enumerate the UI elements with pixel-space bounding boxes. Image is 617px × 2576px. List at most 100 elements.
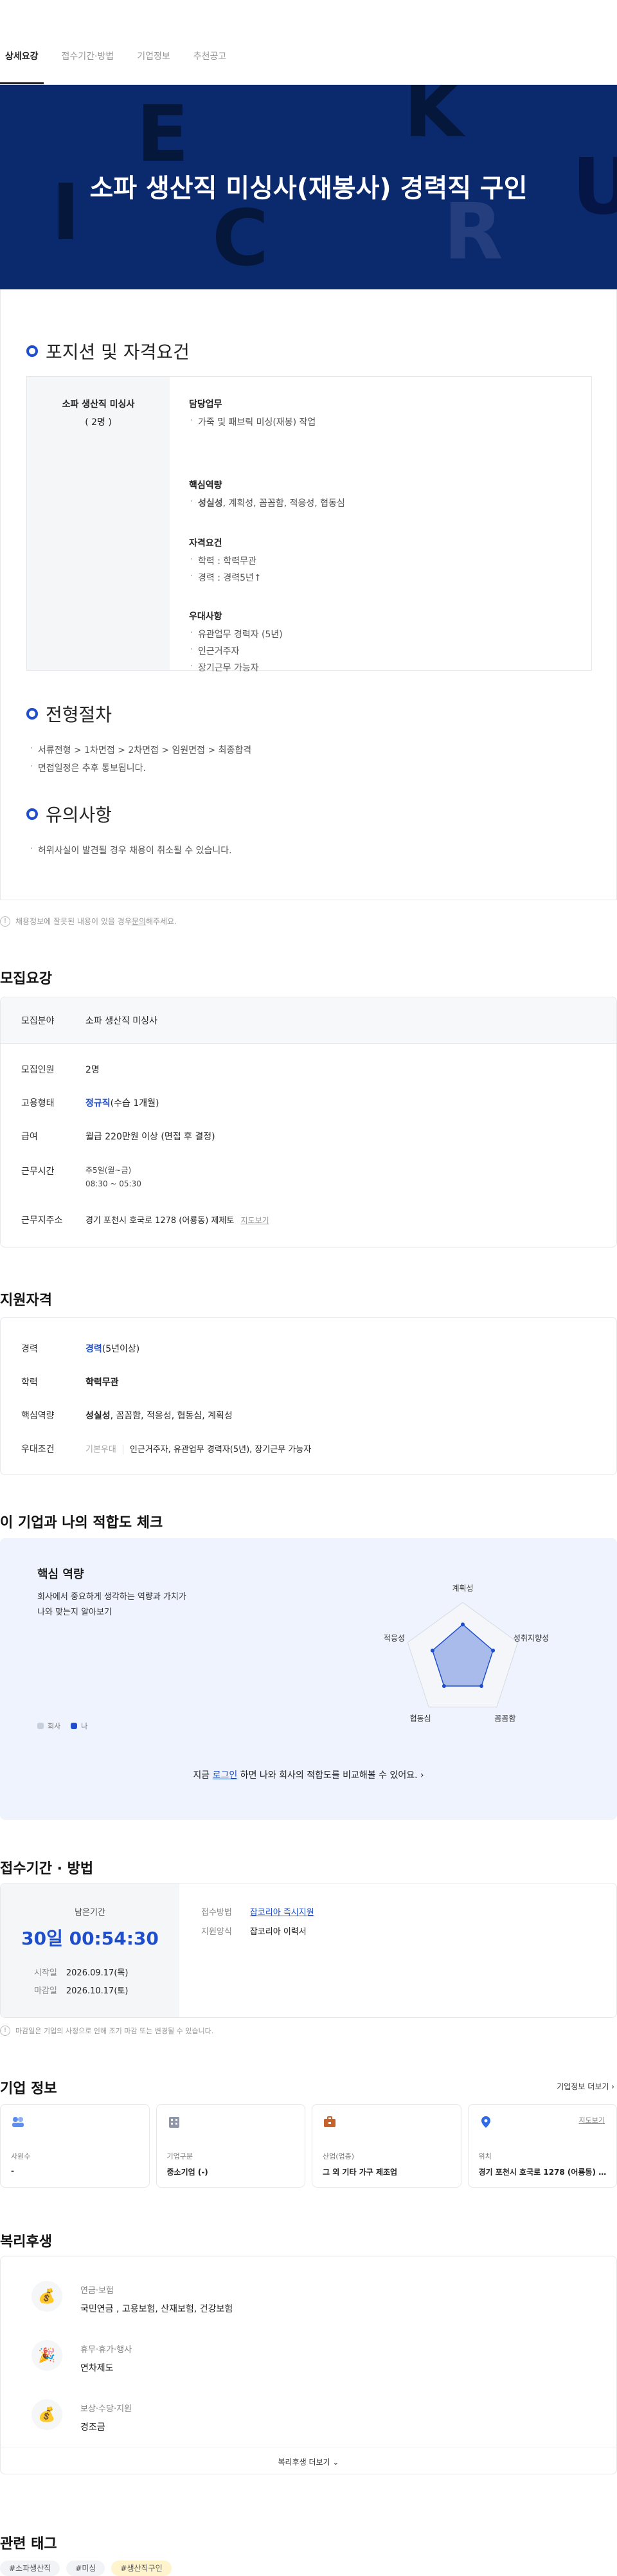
duty-item: 가죽 및 패브릭 미싱(재봉) 작업 — [198, 415, 345, 428]
tab-deadline[interactable]: 접수기간·방법 — [62, 50, 114, 84]
position-requirements: 담당업무 가죽 및 패브릭 미싱(재봉) 작업 핵심역량 성실성, 계획성, 꼼… — [170, 377, 345, 670]
req-heading: 자격요건 — [189, 536, 345, 549]
company-more-link[interactable]: 기업정보 더보기 › — [557, 2081, 614, 2092]
tab-company[interactable]: 기업정보 — [137, 50, 170, 84]
position-name-cell: 소파 생산직 미싱사 ( 2명 ) — [27, 377, 170, 670]
employment-key: 고용형태 — [21, 1096, 85, 1109]
report-link[interactable]: 문의 — [132, 916, 146, 927]
pref-tag: 기본우대 — [85, 1445, 123, 1455]
info-icon: ! — [0, 916, 10, 927]
company-title: 기업 정보 — [0, 2077, 57, 2098]
headcount-value: 2명 — [85, 1063, 100, 1076]
radar-point — [491, 1649, 495, 1653]
req-item: 경력 : 경력5년↑ — [198, 571, 345, 584]
fit-legend: 회사 나 — [37, 1721, 87, 1731]
piggy-bank-icon: 💰 — [31, 2281, 62, 2312]
company-location-value: 경기 포천시 호국로 1278 (어룡동) 제제토 — [479, 2166, 607, 2177]
fit-title: 이 기업과 나의 적합도 체크 — [0, 1511, 163, 1532]
fit-radar-chart: 계획성성취지향성꼼꼼함협동심적응성 — [360, 1570, 566, 1737]
map-link[interactable]: 지도보기 — [240, 1216, 269, 1225]
address-value: 경기 포천시 호국로 1278 (어룡동) 제제토 — [85, 1216, 234, 1226]
company-card-location: 지도보기 위치 경기 포천시 호국로 1278 (어룡동) 제제토 — [468, 2104, 617, 2188]
tags-title: 관련 태그 — [0, 2532, 57, 2553]
radar-axis-label: 꼼꼼함 — [494, 1714, 515, 1723]
position-table: 소파 생산직 미싱사 ( 2명 ) 담당업무 가죽 및 패브릭 미싱(재봉) 작… — [26, 376, 592, 671]
company-card-industry: 산업(업종) 그 외 기타 가구 제조업 — [312, 2104, 461, 2188]
party-icon: 🎉 — [31, 2340, 62, 2371]
fit-subtitle: 핵심 역량 — [37, 1565, 84, 1582]
location-pin-icon — [479, 2115, 493, 2129]
chevron-right-icon[interactable]: › — [420, 1770, 424, 1781]
company-map-link[interactable]: 지도보기 — [579, 2115, 605, 2125]
start-date: 시작일2026.09.17(목) — [34, 1966, 128, 1978]
exp-key: 경력 — [21, 1342, 85, 1355]
pref-item: 장기근무 가능자 — [198, 661, 345, 674]
hero-letter: C — [212, 194, 269, 284]
legend-me-swatch — [71, 1723, 77, 1729]
edu-value: 학력무관 — [85, 1375, 119, 1388]
pref-heading: 우대사항 — [189, 610, 345, 622]
welfare-item: 💰 보상·수당·지원경조금 — [31, 2399, 132, 2433]
caution-item: 허위사실이 발견될 경우 채용이 취소될 수 있습니다. — [38, 844, 232, 857]
position-count: ( 2명 ) — [27, 415, 170, 428]
job-detail-section: 포지션 및 자격요건 소파 생산직 미싱사 ( 2명 ) 담당업무 가죽 및 패… — [0, 289, 617, 900]
welfare-item: 💰 연금·보험국민연금 , 고용보험, 산재보험, 건강보험 — [31, 2281, 233, 2315]
pref-item: 인근거주자 — [198, 644, 345, 657]
welfare-item: 🎉 휴무·휴가·행사연차제도 — [31, 2340, 132, 2374]
tag-list: #소파생산직 #미싱 #생산직구인 — [0, 2561, 172, 2576]
pref-item: 유관업무 경력자 (5년) — [198, 628, 345, 640]
req-item: 학력 : 학력무관 — [198, 554, 345, 567]
radar-axis-label: 협동심 — [410, 1714, 431, 1723]
position-heading: 포지션 및 자격요건 — [26, 338, 190, 364]
exp-value: 경력 — [85, 1344, 102, 1354]
core-key: 핵심역량 — [21, 1409, 85, 1422]
employment-value: 정규직 — [85, 1098, 111, 1109]
summary-card: 모집분야소파 생산직 미싱사 모집인원2명 고용형태정규직(수습 1개월) 급여… — [0, 997, 617, 1247]
briefcase-icon — [323, 2115, 337, 2129]
hero-letter: K — [404, 85, 463, 155]
tag[interactable]: #생산직구인 — [111, 2561, 171, 2576]
welfare-title: 복리후생 — [0, 2230, 52, 2251]
legend-company: 회사 — [48, 1721, 60, 1731]
tag[interactable]: #미싱 — [66, 2561, 105, 2576]
radar-point — [442, 1684, 446, 1688]
qual-title: 지원자격 — [0, 1289, 52, 1309]
hero-letter: E — [136, 90, 189, 179]
position-name: 소파 생산직 미싱사 — [27, 397, 170, 410]
tag[interactable]: #소파생산직 — [0, 2561, 60, 2576]
summary-title: 모집요강 — [0, 967, 52, 988]
deadline-title: 접수기간 · 방법 — [0, 1857, 93, 1878]
fit-desc2: 나와 맞는지 알아보기 — [37, 1605, 112, 1617]
report-notice: ! 채용정보에 잘못된 내용이 있을 경우 문의해주세요. — [0, 916, 177, 927]
deadline-left: 남은기간 30일 00:54:30 시작일2026.09.17(목) 마감일20… — [1, 1883, 179, 2017]
process-item: 면접일정은 추후 통보됩니다. — [38, 761, 146, 774]
worktime-key: 근무시간 — [21, 1165, 85, 1188]
welfare-more-button[interactable]: 복리후생 더보기 ⌄ — [1, 2447, 616, 2467]
info-icon: ! — [0, 2026, 10, 2036]
tab-recommend[interactable]: 추천공고 — [193, 50, 227, 84]
radar-point — [431, 1649, 434, 1653]
core-item: 성실성, 계획성, 꼼꼼함, 적응성, 협동심 — [198, 496, 345, 509]
fit-desc: 회사에서 중요하게 생각하는 역량과 가치가 — [37, 1590, 186, 1602]
caution-heading: 유의사항 — [26, 801, 112, 827]
money-bag-icon: 💰 — [31, 2399, 62, 2430]
login-link[interactable]: 로그인 — [213, 1770, 238, 1781]
job-title: 소파 생산직 미싱사(재봉사) 경력직 구인 — [0, 167, 617, 204]
remain-time: 30일 00:54:30 — [1, 1925, 179, 1950]
legend-me: 나 — [81, 1721, 87, 1731]
end-date: 마감일2026.10.17(토) — [34, 1984, 128, 1996]
radar-point — [479, 1684, 483, 1688]
tab-detail[interactable]: 상세요강 — [5, 50, 39, 84]
apply-method-link[interactable]: 잡코리아 즉시지원 — [250, 1908, 314, 1918]
bullet-ring-icon — [26, 808, 38, 820]
apply-method: 접수방법잡코리아 즉시지원 — [201, 1905, 314, 1918]
field-key: 모집분야 — [21, 1014, 85, 1027]
fit-panel: 핵심 역량 회사에서 중요하게 생각하는 역량과 가치가 나와 맞는지 알아보기… — [0, 1538, 617, 1820]
field-value: 소파 생산직 미싱사 — [85, 1014, 157, 1027]
duty-heading: 담당업무 — [189, 397, 345, 410]
tab-bar: 상세요강 접수기간·방법 기업정보 추천공고 — [0, 0, 617, 85]
apply-form: 지원양식잡코리아 이력서 — [201, 1925, 307, 1937]
pref-key: 우대조건 — [21, 1442, 85, 1455]
core-bold: 성실성 — [85, 1411, 111, 1421]
edu-key: 학력 — [21, 1375, 85, 1388]
